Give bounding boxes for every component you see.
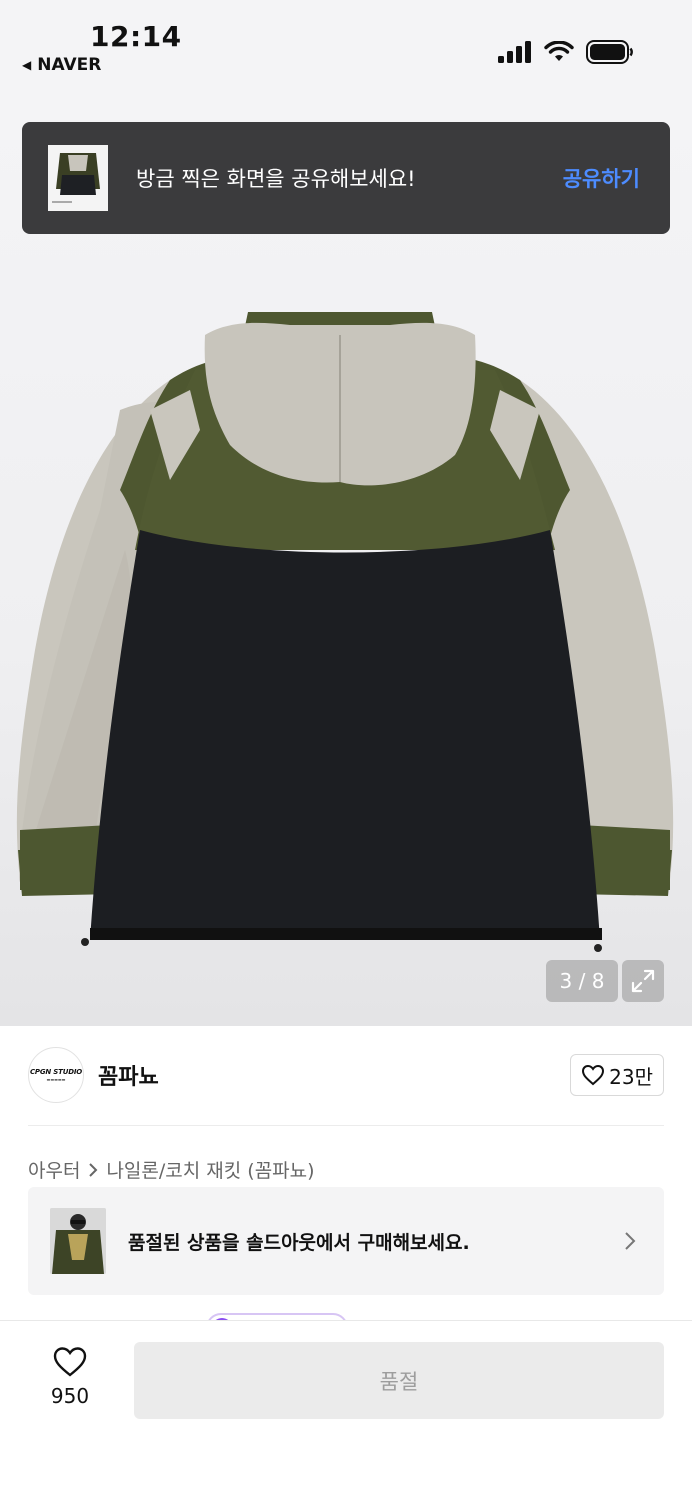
- breadcrumb: 아우터 나일론/코치 재킷 (꼼파뇨): [28, 1156, 315, 1183]
- clock: 12:14: [90, 20, 182, 53]
- soldout-buy-button[interactable]: 품절: [134, 1342, 664, 1419]
- screenshot-thumbnail: [48, 145, 108, 211]
- brand-like-count: 23만: [609, 1064, 653, 1089]
- back-app-label: NAVER: [37, 55, 102, 75]
- soldout-promo-text: 품절된 상품을 솔드아웃에서 구매해보세요.: [128, 1231, 470, 1254]
- breadcrumb-category[interactable]: 아우터: [28, 1156, 80, 1183]
- image-counter: 3 / 8: [546, 960, 618, 1002]
- heart-outline-icon: [53, 1347, 87, 1377]
- status-icons: [498, 40, 634, 64]
- brand-logo[interactable]: CPGN STUDIO ▬▬▬▬▬: [28, 1047, 84, 1103]
- signal-icon: [498, 41, 531, 63]
- back-triangle-icon: ◀: [22, 58, 32, 72]
- back-to-app-button[interactable]: ◀ NAVER: [22, 55, 101, 75]
- divider: [28, 1125, 664, 1126]
- share-banner-text: 방금 찍은 화면을 공유해보세요!: [136, 167, 416, 191]
- soldout-product-thumbnail: [50, 1208, 106, 1274]
- brand-logo-subline: ▬▬▬▬▬: [46, 1077, 66, 1082]
- brand-like-button[interactable]: 23만: [570, 1054, 664, 1096]
- expand-image-button[interactable]: [622, 960, 664, 1002]
- share-screenshot-banner: 방금 찍은 화면을 공유해보세요! 공유하기: [22, 122, 670, 234]
- status-bar: 12:14 ◀ NAVER: [0, 0, 692, 90]
- share-button[interactable]: 공유하기: [563, 163, 640, 193]
- brand-row: CPGN STUDIO ▬▬▬▬▬ 꼼파뇨 23만: [28, 1046, 664, 1104]
- brand-name[interactable]: 꼼파뇨: [98, 1059, 570, 1091]
- wishlist-count: 950: [50, 1384, 90, 1408]
- chevron-right-icon: [89, 1162, 98, 1177]
- expand-icon: [631, 969, 655, 993]
- heart-outline-icon: [582, 1064, 605, 1086]
- soldout-promo-card[interactable]: 품절된 상품을 솔드아웃에서 구매해보세요.: [28, 1187, 664, 1295]
- wifi-icon: [544, 41, 574, 61]
- wishlist-button[interactable]: 950: [34, 1346, 106, 1408]
- brand-logo-text: CPGN STUDIO: [30, 1068, 82, 1076]
- battery-icon: [586, 40, 633, 64]
- breadcrumb-subcategory[interactable]: 나일론/코치 재킷 (꼼파뇨): [106, 1156, 314, 1183]
- chevron-right-icon: [625, 1232, 636, 1250]
